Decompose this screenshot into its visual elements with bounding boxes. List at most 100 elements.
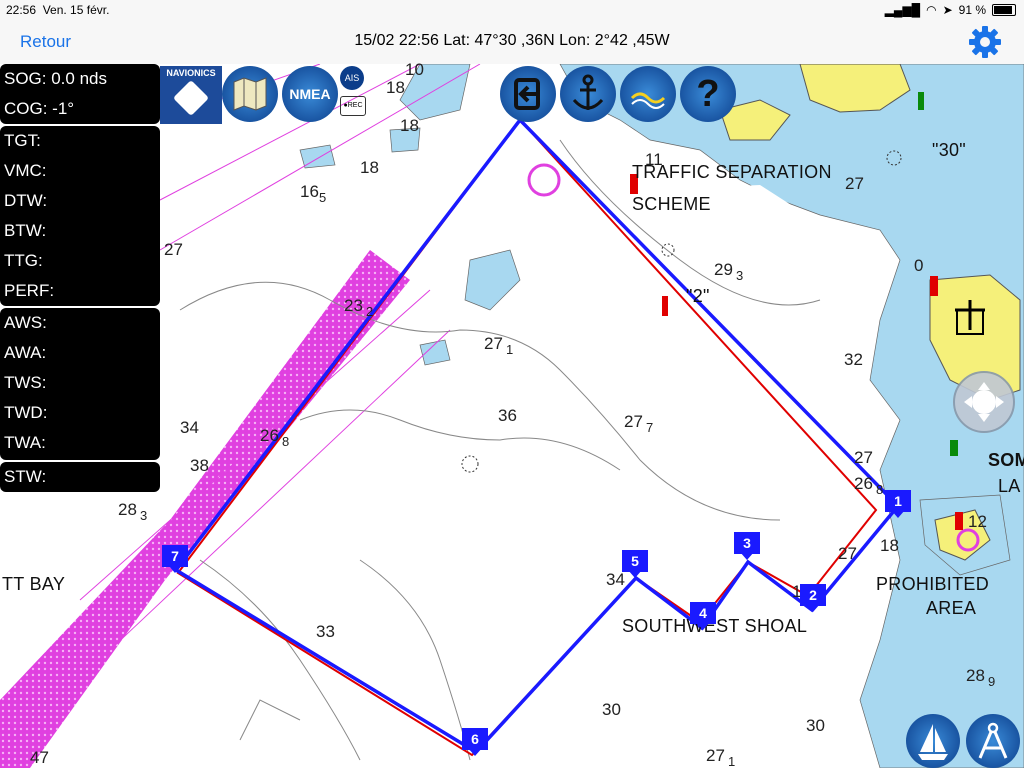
depth-sounding: 16	[300, 182, 319, 201]
quote-30-label: "30"	[932, 140, 967, 160]
awa-readout: AWA:	[4, 343, 47, 362]
tracks-button[interactable]	[620, 66, 676, 122]
status-time-date: 22:56 Ven. 15 févr.	[6, 3, 109, 17]
depth-sounding: 32	[844, 350, 863, 369]
tgt-readout: TGT:	[4, 131, 41, 150]
tws-readout: TWS:	[4, 373, 47, 392]
help-button[interactable]: ?	[680, 66, 736, 122]
waypoint-3[interactable]: 3	[734, 532, 760, 560]
depth-sounding: 18	[386, 78, 405, 97]
depth-sounding: 34	[180, 418, 199, 437]
depth-sounding: 1	[506, 342, 514, 357]
navionics-logo-icon	[172, 79, 210, 117]
target-panel: TGT: VMC: DTW: BTW: TTG: PERF:	[0, 126, 160, 306]
depth-sounding: 18	[400, 116, 419, 135]
aws-readout: AWS:	[4, 313, 47, 332]
compass-divider-icon	[978, 722, 1008, 759]
waypoint-4[interactable]: 4	[690, 602, 716, 630]
water-panel: STW:	[0, 462, 160, 492]
depth-sounding: 0	[914, 256, 924, 275]
waypoint-7[interactable]: 7	[162, 545, 188, 573]
depth-sounding: 27	[484, 334, 503, 353]
depth-sounding: 27	[838, 544, 857, 563]
rec-icon: ●REC	[340, 96, 366, 116]
depth-sounding: 33	[316, 622, 335, 641]
charts-button[interactable]	[222, 66, 278, 122]
quote-2-label: "2"	[686, 286, 710, 306]
gear-icon[interactable]	[968, 25, 1002, 59]
ais-label: AIS	[340, 66, 364, 90]
stw-readout: STW:	[4, 467, 47, 486]
depth-sounding: 28	[966, 666, 985, 685]
depth-sounding: 23	[344, 296, 363, 315]
twd-readout: TWD:	[4, 403, 48, 422]
depth-sounding: 8	[282, 434, 290, 449]
pan-control[interactable]	[953, 371, 1015, 433]
ttg-readout: TTG:	[4, 251, 43, 270]
nmea-button[interactable]: NMEA	[282, 66, 338, 122]
anchor-icon	[572, 74, 604, 110]
depth-sounding: 30	[602, 700, 621, 719]
depth-sounding: 8	[876, 482, 884, 497]
sailboat-icon	[918, 724, 948, 760]
wifi-icon: ◠	[926, 3, 937, 17]
ais-button[interactable]: AIS ●REC	[340, 66, 370, 122]
twa-readout: TWA:	[4, 433, 46, 452]
position-readout: 15/02 22:56 Lat: 47°30 ,36N Lon: 2°42 ,4…	[354, 32, 670, 49]
depth-sounding: 7	[646, 420, 654, 435]
anchor-button[interactable]	[560, 66, 616, 122]
prohibited-label-line1: PROHIBITED	[876, 574, 990, 594]
depth-sounding: 47	[30, 748, 49, 767]
status-date: Ven. 15 févr.	[42, 3, 110, 17]
vmc-readout: VMC:	[4, 161, 47, 180]
waypoint-5[interactable]: 5	[622, 550, 648, 578]
som-label: SOM	[988, 450, 1024, 470]
waypoint-6[interactable]: 6	[462, 728, 488, 756]
navionics-logo-text: NAVIONICS	[166, 68, 216, 78]
navionics-button[interactable]: NAVIONICS	[160, 66, 222, 124]
perf-readout: PERF:	[4, 281, 55, 300]
battery-percent: 91 %	[958, 3, 986, 17]
bay-label: TT BAY	[2, 574, 66, 594]
navigation-bar: Retour 15/02 22:56 Lat: 47°30 ,36N Lon: …	[0, 20, 1024, 65]
depth-sounding: 9	[988, 674, 996, 689]
depth-sounding: 38	[190, 456, 209, 475]
waypoint-2[interactable]: 2	[800, 584, 826, 612]
tide-icon	[630, 92, 666, 109]
tss-label-line2: SCHEME	[632, 194, 711, 214]
depth-sounding: 27	[164, 240, 183, 259]
exit-icon	[514, 78, 540, 110]
depth-sounding: 30	[806, 716, 825, 735]
status-bar: 22:56 Ven. 15 févr. ▂▄▆█ ◠ ➤ 91 %	[0, 0, 1024, 20]
depth-sounding: 11	[645, 150, 663, 169]
cog-readout: COG: -1°	[4, 99, 75, 118]
depth-sounding: 1	[728, 754, 736, 769]
depth-sounding: 28	[118, 500, 137, 519]
sailing-mode-button[interactable]	[906, 714, 960, 768]
waypoint-1[interactable]: 1	[885, 490, 911, 518]
dtw-readout: DTW:	[4, 191, 48, 210]
prohibited-label-line2: AREA	[926, 598, 977, 618]
depth-sounding: 2	[366, 304, 374, 319]
depth-sounding: 29	[714, 260, 733, 279]
rec-label: REC	[347, 102, 363, 109]
exit-route-button[interactable]	[500, 66, 556, 122]
status-indicators: ▂▄▆█ ◠ ➤ 91 %	[885, 3, 1016, 17]
location-icon: ➤	[942, 3, 953, 17]
btw-readout: BTW:	[4, 221, 47, 240]
depth-sounding: 34	[606, 570, 625, 589]
nmea-label: NMEA	[289, 86, 331, 102]
speed-panel: SOG: 0.0 nds COG: -1°	[0, 64, 160, 124]
depth-sounding: 27	[854, 448, 873, 467]
depth-sounding: 5	[319, 190, 327, 205]
status-time: 22:56	[6, 3, 37, 17]
depth-sounding: 36	[498, 406, 517, 425]
depth-sounding: 26	[854, 474, 873, 493]
battery-icon	[992, 4, 1016, 16]
measure-button[interactable]	[966, 714, 1020, 768]
depth-sounding: 3	[140, 508, 148, 523]
wind-panel: AWS: AWA: TWS: TWD: TWA:	[0, 308, 160, 460]
depth-sounding: 27	[845, 174, 864, 193]
depth-sounding: 18	[360, 158, 379, 177]
depth-sounding: 3	[736, 268, 744, 283]
